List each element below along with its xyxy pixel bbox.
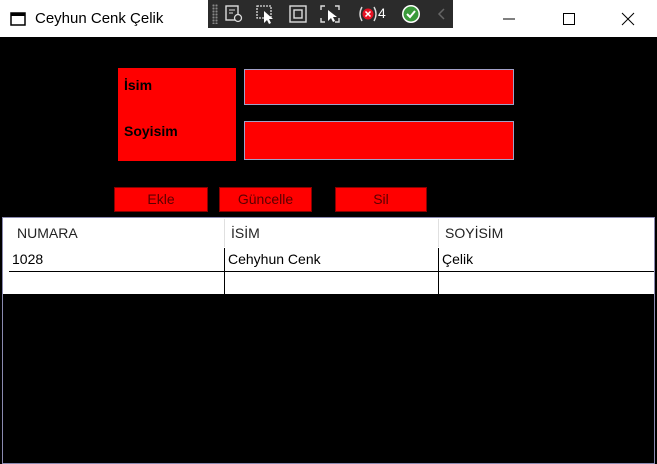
maximize-icon xyxy=(563,13,575,25)
delete-button[interactable]: Sil xyxy=(335,187,427,212)
soyisim-label: Soyisim xyxy=(124,123,178,139)
toolbar-grip-icon[interactable] xyxy=(212,4,218,24)
table-row[interactable]: 1028 Cehyhun Cenk Çelik xyxy=(9,248,654,272)
isim-input[interactable] xyxy=(244,69,514,105)
update-button[interactable]: Güncelle xyxy=(219,187,312,212)
cell-soyisim[interactable] xyxy=(439,272,654,295)
collapse-toolbar-chevron-icon[interactable] xyxy=(430,3,454,25)
table-row-new[interactable] xyxy=(9,272,654,295)
close-icon xyxy=(621,12,635,26)
maximize-button[interactable] xyxy=(546,0,592,37)
cell-numara[interactable] xyxy=(9,272,225,295)
column-header-isim[interactable]: İSİM xyxy=(225,219,439,247)
data-grid[interactable]: NUMARA İSİM SOYİSİM 1028 Cehyhun Cenk Çe… xyxy=(2,217,655,464)
column-header-soyisim[interactable]: SOYİSİM xyxy=(439,219,654,247)
hot-reload-ok-icon[interactable] xyxy=(399,3,423,25)
select-element-icon[interactable] xyxy=(254,3,278,25)
minimize-button[interactable] xyxy=(486,0,532,37)
track-focus-icon[interactable] xyxy=(318,3,342,25)
cell-isim[interactable]: Cehyhun Cenk xyxy=(225,248,439,271)
binding-errors-icon[interactable] xyxy=(356,3,380,25)
close-button[interactable] xyxy=(605,0,651,37)
cell-soyisim[interactable]: Çelik xyxy=(439,248,654,271)
app-icon xyxy=(10,12,26,26)
display-adorners-icon[interactable] xyxy=(286,3,310,25)
live-visual-tree-icon[interactable] xyxy=(222,3,246,25)
isim-label: İsim xyxy=(124,77,153,93)
title-bar: Ceyhun Cenk Çelik 4 xyxy=(0,0,657,37)
column-header-numara[interactable]: NUMARA xyxy=(11,219,225,247)
cell-numara[interactable]: 1028 xyxy=(9,248,225,271)
cell-isim[interactable] xyxy=(225,272,439,295)
soyisim-input[interactable] xyxy=(244,121,514,160)
window-title: Ceyhun Cenk Çelik xyxy=(35,10,164,27)
add-button[interactable]: Ekle xyxy=(114,187,208,212)
binding-error-count: 4 xyxy=(378,5,386,21)
minimize-icon xyxy=(503,18,515,20)
devtools-toolbar xyxy=(208,0,453,28)
